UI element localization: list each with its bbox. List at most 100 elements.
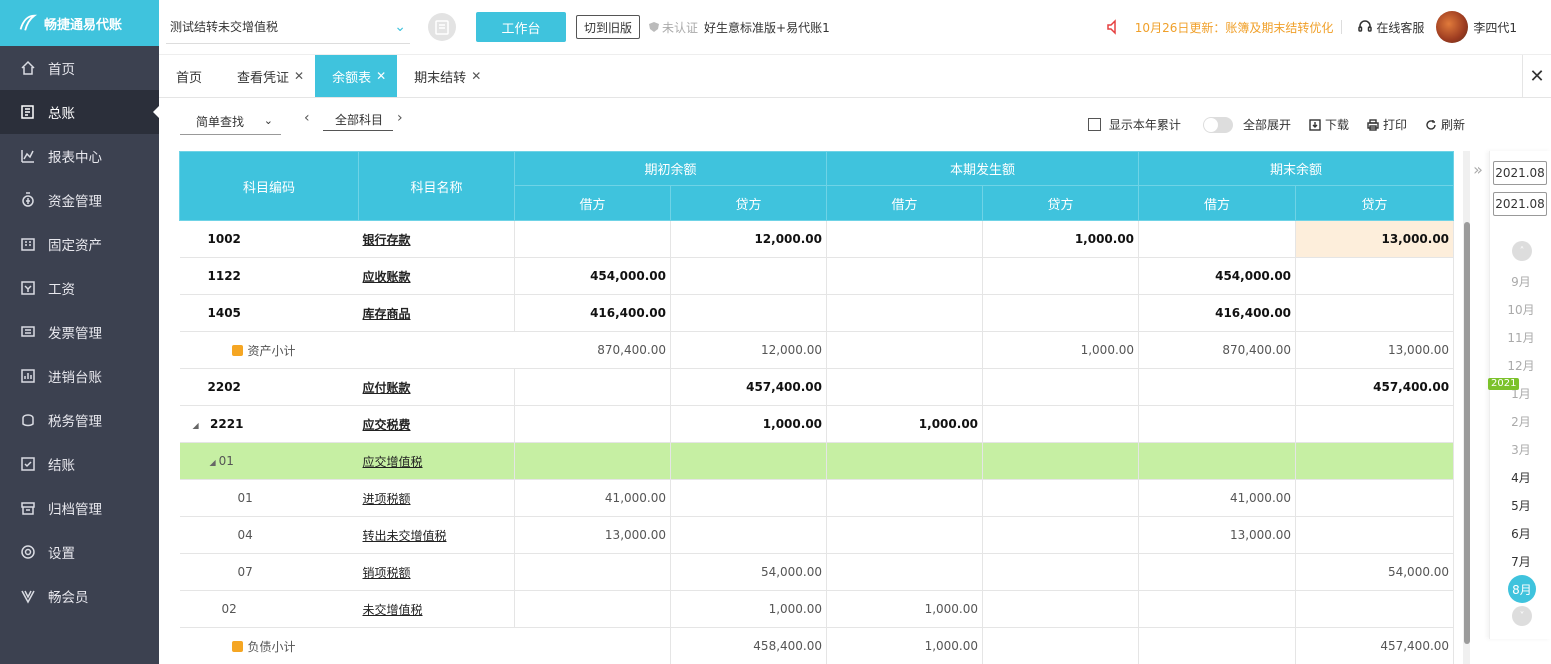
toolbar: 简单查找 ⌄ ‹ 全部科目 › 显示本年累计 全部展开 下载 打印 刷新: [159, 98, 1551, 150]
period-from[interactable]: 2021.08: [1493, 161, 1547, 185]
account-name-link[interactable]: 转出未交增值税: [363, 529, 447, 543]
tab-period-end[interactable]: 期末结转 ✕: [397, 55, 492, 97]
brand-logo[interactable]: 畅捷通易代账: [0, 0, 159, 46]
amount-cell: [982, 368, 1140, 406]
month-item[interactable]: 11月: [1490, 329, 1551, 346]
sidebar-item-7[interactable]: 发票管理: [0, 310, 159, 354]
amount-cell: [514, 590, 671, 628]
sidebar-item-13[interactable]: 畅会员: [0, 574, 159, 618]
refresh-icon: [1426, 119, 1436, 130]
table-row[interactable]: 1122 应收账款 454,000.00 454,000.00: [179, 257, 1455, 295]
show-year-checkbox[interactable]: [1087, 118, 1101, 131]
account-selector[interactable]: 测试结转未交增值税 ⌄: [166, 10, 410, 44]
tab-balance-sheet[interactable]: 余额表 ✕: [315, 55, 398, 97]
table-row[interactable]: 04 转出未交增值税 13,000.00 13,000.00: [179, 516, 1455, 554]
update-notice[interactable]: 10月26日更新：账簿及期末结转优化: [1105, 18, 1343, 36]
month-item[interactable]: 10月: [1490, 301, 1551, 318]
table-row[interactable]: 01 进项税额 41,000.00 41,000.00: [179, 479, 1455, 517]
month-item[interactable]: 9月: [1490, 273, 1551, 290]
certification-status[interactable]: 未认证: [648, 19, 698, 36]
code-cell: 1122: [179, 257, 359, 295]
close-all-tabs-icon[interactable]: ✕: [1522, 55, 1551, 97]
table-row[interactable]: ◢ 2221 应交税费 1,000.00 1,000.00: [179, 405, 1455, 443]
amount-cell: 457,400.00: [1295, 627, 1455, 664]
download-button[interactable]: 下载: [1309, 116, 1349, 133]
month-item[interactable]: 3月: [1490, 441, 1551, 458]
sidebar-item-12[interactable]: 设置: [0, 530, 159, 574]
month-item[interactable]: 5月: [1490, 497, 1551, 514]
month-item[interactable]: 6月: [1490, 525, 1551, 542]
table-row[interactable]: 2202 应付账款 457,400.00 457,400.00: [179, 368, 1455, 406]
sidebar-item-2[interactable]: 总账: [0, 90, 159, 134]
calendar-icon[interactable]: [428, 13, 456, 41]
prev-subject-icon[interactable]: ‹: [304, 110, 310, 126]
refresh-button[interactable]: 刷新: [1425, 116, 1465, 133]
month-item[interactable]: 7月: [1490, 553, 1551, 570]
table-row[interactable]: 1002 银行存款 12,000.00 1,000.00 13,000.00: [179, 220, 1455, 258]
account-name-link[interactable]: 未交增值税: [363, 603, 423, 617]
scroll-up-icon[interactable]: ˄: [1512, 241, 1532, 261]
scrollbar-thumb[interactable]: [1464, 222, 1470, 644]
balance-table: 科目编码 科目名称 期初余额 本期发生额 期末余额 借方 贷方 借方 贷方 借方…: [179, 151, 1455, 664]
expand-all-toggle[interactable]: [1202, 116, 1233, 133]
account-name-link[interactable]: 应收账款: [363, 270, 411, 284]
tab-home[interactable]: 首页: [159, 55, 220, 97]
online-service-button[interactable]: 在线客服: [1358, 19, 1424, 36]
account-name-link[interactable]: 销项税额: [363, 566, 411, 580]
name-cell: 进项税额: [358, 479, 515, 517]
sidebar-item-4[interactable]: 资金管理: [0, 178, 159, 222]
sidebar-item-3[interactable]: 报表中心: [0, 134, 159, 178]
account-name-link[interactable]: 银行存款: [363, 233, 411, 247]
table-row[interactable]: 02 未交增值税 1,000.00 1,000.00: [179, 590, 1455, 628]
sidebar-item-9[interactable]: 税务管理: [0, 398, 159, 442]
collapse-panel-icon[interactable]: »: [1468, 155, 1488, 183]
amount-cell: [1138, 442, 1297, 480]
expand-triangle-icon[interactable]: ◢: [193, 421, 199, 430]
scroll-down-icon[interactable]: ˅: [1512, 606, 1532, 626]
chevron-down-icon: ⌄: [394, 18, 406, 35]
workbench-button[interactable]: 工作台: [476, 12, 566, 42]
sidebar-item-6[interactable]: 工资: [0, 266, 159, 310]
sidebar-item-5[interactable]: 固定资产: [0, 222, 159, 266]
amount-cell: [1295, 405, 1455, 443]
sidebar-item-8[interactable]: 进销台账: [0, 354, 159, 398]
account-name-link[interactable]: 应交税费: [363, 418, 411, 432]
sidebar-item-1[interactable]: 首页: [0, 46, 159, 90]
table-row[interactable]: 07 销项税额 54,000.00 54,000.00: [179, 553, 1455, 591]
subject-filter[interactable]: 全部科目: [323, 109, 394, 131]
account-name-link[interactable]: 应付账款: [363, 381, 411, 395]
selected-month[interactable]: 8月: [1508, 575, 1536, 603]
logo-icon: [19, 14, 38, 31]
table-row[interactable]: 资产小计 870,400.00 12,000.00 1,000.00 870,400.0…: [179, 331, 1455, 369]
close-icon[interactable]: ✕: [294, 69, 304, 83]
period-to[interactable]: 2021.08: [1493, 192, 1547, 216]
name-cell: 库存商品: [358, 294, 515, 332]
user-menu[interactable]: 李四代1: [1436, 11, 1517, 43]
table-row[interactable]: ◢ 01 应交增值税: [179, 442, 1455, 480]
next-subject-icon[interactable]: ›: [397, 110, 403, 126]
sidebar-item-10[interactable]: 结账: [0, 442, 159, 486]
amount-cell: [826, 479, 984, 517]
table-row[interactable]: 1405 库存商品 416,400.00 416,400.00: [179, 294, 1455, 332]
expand-triangle-icon[interactable]: ◢: [210, 458, 216, 467]
code-cell: 07: [179, 553, 359, 591]
month-item[interactable]: 2月: [1490, 413, 1551, 430]
amount-cell: 54,000.00: [1295, 553, 1455, 591]
sidebar: 畅捷通易代账 首页 总账 报表中心 资金管理 固定资产 工资 发票管理 进销台账 税务管理 结账归…: [0, 0, 159, 664]
edition-label: 好生意标准版+易代账1: [704, 20, 830, 35]
sidebar-item-11[interactable]: 归档管理: [0, 486, 159, 530]
month-item[interactable]: 4月: [1490, 469, 1551, 486]
name-cell: 应付账款: [358, 368, 515, 406]
account-name-link[interactable]: 库存商品: [363, 307, 411, 321]
close-icon[interactable]: ✕: [471, 69, 481, 83]
account-name-link[interactable]: 应交增值税: [363, 455, 423, 469]
table-row[interactable]: 负债小计 458,400.00 1,000.00 457,400.00: [179, 627, 1455, 664]
account-name-link[interactable]: 进项税额: [363, 492, 411, 506]
month-item[interactable]: 12月: [1490, 357, 1551, 374]
print-button[interactable]: 打印: [1367, 116, 1407, 133]
amount-cell: [982, 516, 1140, 554]
tab-view-voucher[interactable]: 查看凭证 ✕: [220, 55, 315, 97]
close-icon[interactable]: ✕: [376, 69, 386, 83]
search-mode-select[interactable]: 简单查找 ⌄: [180, 109, 281, 135]
switch-old-version-button[interactable]: 切到旧版: [576, 15, 641, 39]
